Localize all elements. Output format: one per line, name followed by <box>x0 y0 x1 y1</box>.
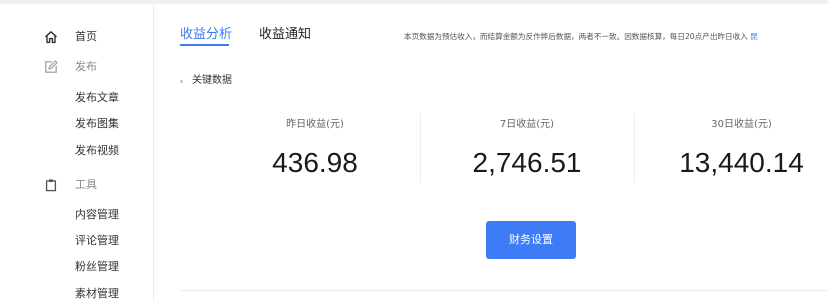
sidebar-item-label: 发布 <box>75 60 97 73</box>
data-notice: 本页数据为预估收入，而结算金额为反作弊后数据，两者不一致。因数据核算，每日20点… <box>404 31 758 42</box>
sidebar-divider <box>153 4 154 302</box>
finance-settings-button[interactable]: 财务设置 <box>486 221 576 259</box>
sidebar-item-home[interactable]: 首页 <box>0 26 153 48</box>
stat-label-30day: 30日收益(元) <box>711 119 772 130</box>
sidebar-item-comment-management[interactable]: 评论管理 <box>0 230 153 252</box>
stat-value-yesterday: 436.98 <box>272 147 358 178</box>
notice-text: 本页数据为预估收入，而结算金额为反作弊后数据，两者不一致。因数据核算，每日20点… <box>404 32 748 41</box>
sidebar-item-label: 发布图集 <box>75 117 119 130</box>
sidebar-item-label: 工具 <box>75 178 97 191</box>
sidebar-item-label: 粉丝管理 <box>75 260 119 273</box>
section-title: 关键数据 <box>192 75 232 86</box>
stat-divider <box>420 113 421 183</box>
notice-link[interactable]: 昆 <box>750 32 758 41</box>
section-bullet <box>180 80 183 83</box>
sidebar: 首页 发布 发布文章 发布图集 发布视频 工具 内容管理 评论管理 粉丝管理 素… <box>0 4 153 302</box>
sidebar-item-content-management[interactable]: 内容管理 <box>0 204 153 226</box>
home-icon <box>44 30 58 44</box>
stat-value-30day: 13,440.14 <box>679 147 804 178</box>
sidebar-item-tools[interactable]: 工具 <box>0 174 153 196</box>
sidebar-item-label: 内容管理 <box>75 208 119 221</box>
sidebar-item-publish-video[interactable]: 发布视频 <box>0 140 153 162</box>
sidebar-item-label: 评论管理 <box>75 234 119 247</box>
edit-icon <box>44 60 58 74</box>
sidebar-item-label: 发布视频 <box>75 144 119 157</box>
sidebar-item-fan-management[interactable]: 粉丝管理 <box>0 256 153 278</box>
stat-value-7day: 2,746.51 <box>472 147 582 178</box>
content-bottom-divider <box>180 290 828 291</box>
stat-label-7day: 7日收益(元) <box>499 119 555 130</box>
active-tab-indicator <box>180 44 229 46</box>
stat-label-yesterday: 昨日收益(元) <box>286 119 344 130</box>
sidebar-item-publish[interactable]: 发布 <box>0 56 153 78</box>
tab-revenue-notification[interactable]: 收益通知 <box>259 22 311 48</box>
sidebar-item-label: 发布文章 <box>75 91 119 104</box>
clipboard-icon <box>44 178 58 192</box>
stat-divider <box>634 113 635 183</box>
sidebar-item-publish-article[interactable]: 发布文章 <box>0 87 153 109</box>
sidebar-item-label: 首页 <box>75 30 97 43</box>
sidebar-item-publish-gallery[interactable]: 发布图集 <box>0 113 153 135</box>
